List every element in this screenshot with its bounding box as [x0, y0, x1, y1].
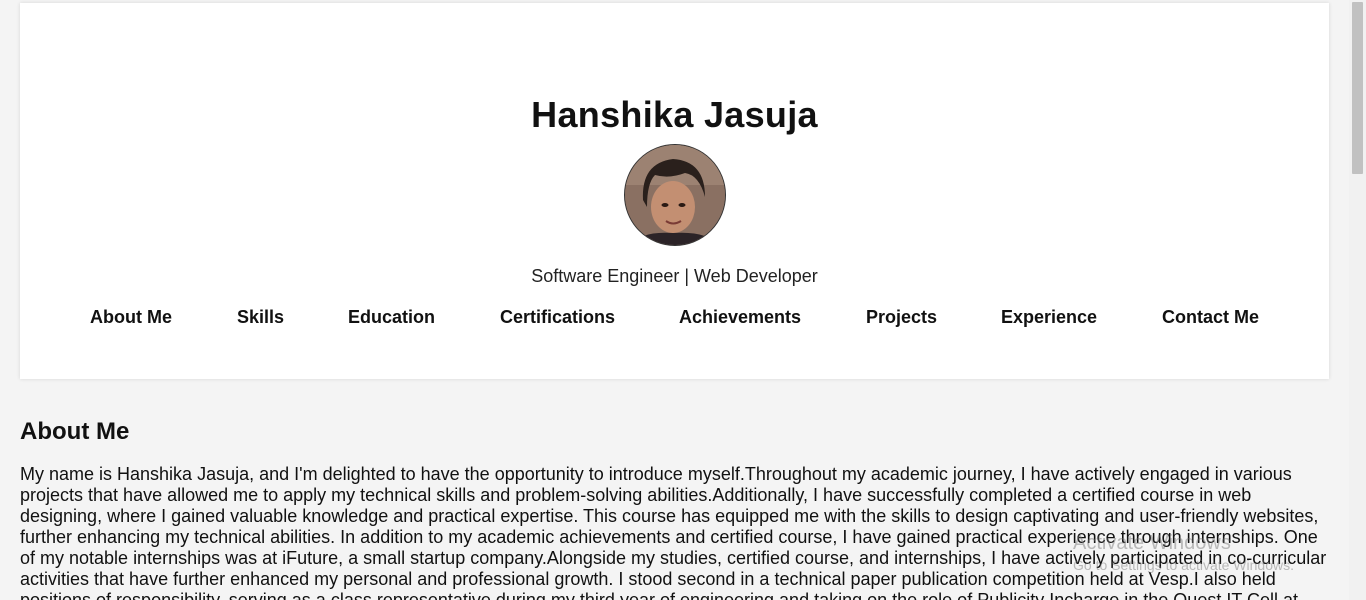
- about-paragraph: My name is Hanshika Jasuja, and I'm deli…: [20, 464, 1327, 600]
- avatar-image: [625, 145, 725, 245]
- nav-skills[interactable]: Skills: [237, 307, 284, 328]
- nav-projects[interactable]: Projects: [866, 307, 937, 328]
- nav-about-me[interactable]: About Me: [90, 307, 172, 328]
- page-title: Hanshika Jasuja: [531, 94, 818, 135]
- nav-experience[interactable]: Experience: [1001, 307, 1097, 328]
- scrollbar-thumb[interactable]: [1352, 2, 1363, 174]
- nav-certifications[interactable]: Certifications: [500, 307, 615, 328]
- about-heading: About Me: [20, 418, 130, 445]
- tagline: Software Engineer | Web Developer: [531, 266, 818, 286]
- hero-header: Hanshika Jasuja Software Engineer | Web …: [20, 3, 1329, 379]
- vertical-scrollbar[interactable]: [1349, 0, 1366, 600]
- portfolio-page: Hanshika Jasuja Software Engineer | Web …: [0, 0, 1349, 600]
- nav-achievements[interactable]: Achievements: [679, 307, 801, 328]
- profile-avatar: [624, 144, 726, 246]
- main-navigation: About Me Skills Education Certifications…: [20, 307, 1329, 333]
- nav-contact-me[interactable]: Contact Me: [1162, 307, 1259, 328]
- nav-education[interactable]: Education: [348, 307, 435, 328]
